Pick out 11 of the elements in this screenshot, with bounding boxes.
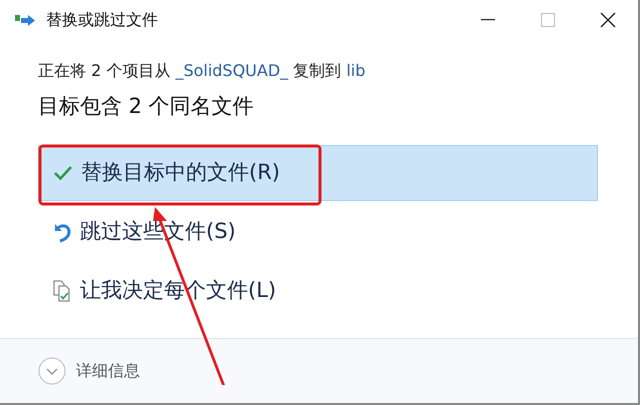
minimize-icon — [481, 19, 495, 21]
maximize-icon — [541, 13, 555, 27]
window-title: 替换或跳过文件 — [46, 9, 158, 31]
status-message: 正在将 2 个项目从 _SolidSQUAD_ 复制到 lib — [38, 60, 366, 82]
conflict-heading: 目标包含 2 个同名文件 — [38, 93, 255, 120]
documents-icon — [52, 280, 72, 302]
details-toggle[interactable]: 详细信息 — [38, 357, 140, 385]
copy-icon — [14, 12, 36, 28]
option-button[interactable]: 替换目标中的文件(R) — [38, 144, 598, 200]
close-icon — [600, 12, 616, 28]
checkmark-icon — [53, 164, 73, 180]
